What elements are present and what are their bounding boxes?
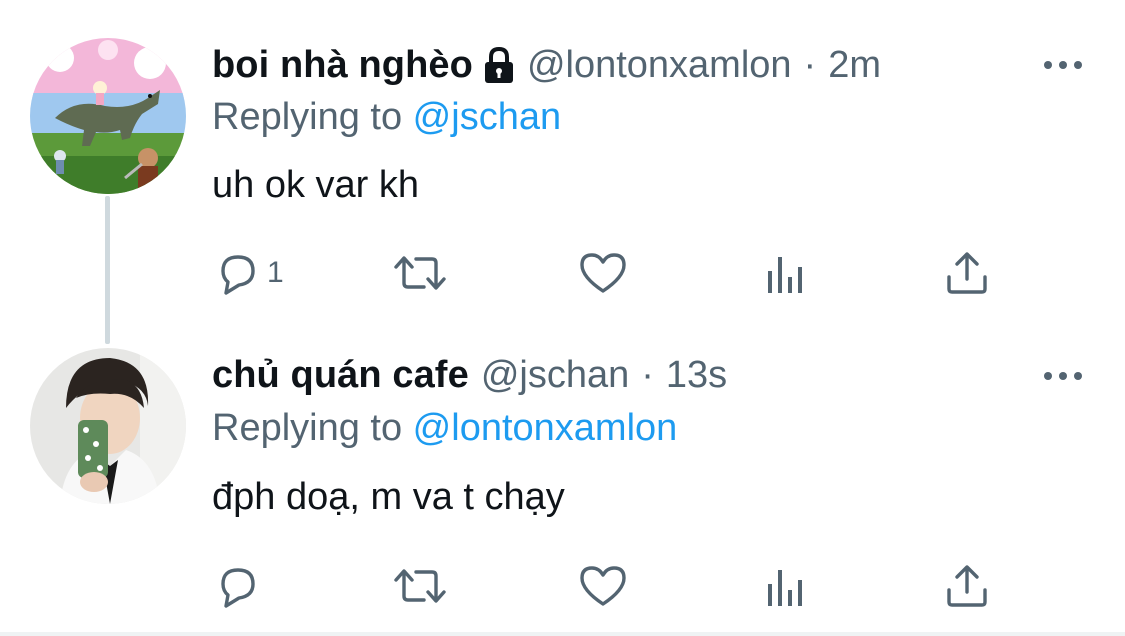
reply-icon — [213, 562, 261, 610]
reply-button[interactable]: 1 — [213, 248, 284, 298]
reply-button[interactable] — [213, 561, 267, 611]
user-handle[interactable]: @jschan — [481, 348, 629, 402]
more-icon[interactable] — [1040, 55, 1086, 75]
share-button[interactable] — [943, 561, 991, 611]
analytics-button[interactable] — [764, 248, 808, 298]
like-button[interactable] — [578, 248, 628, 298]
lock-icon — [481, 45, 517, 85]
timestamp[interactable]: 13s — [666, 348, 727, 402]
display-name[interactable]: chủ quán cafe — [212, 348, 469, 402]
reply-count: 1 — [267, 256, 284, 289]
thread-connector-line — [105, 196, 110, 344]
share-icon — [943, 562, 991, 610]
replying-to-line: Replying to @lontonxamlon — [212, 403, 677, 453]
tweet-text: uh ok var kh — [212, 164, 419, 206]
like-icon — [578, 562, 628, 610]
analytics-button[interactable] — [764, 561, 808, 611]
separator-dot: · — [641, 354, 654, 396]
share-icon — [943, 249, 991, 297]
replying-to-line: Replying to @jschan — [212, 92, 561, 142]
like-button[interactable] — [578, 561, 628, 611]
more-icon[interactable] — [1040, 366, 1086, 386]
separator-dot: · — [803, 44, 817, 86]
retweet-button[interactable] — [390, 248, 450, 298]
retweet-button[interactable] — [390, 561, 450, 611]
mirror-selfie-avatar-icon — [30, 348, 186, 504]
replying-prefix: Replying to — [212, 407, 413, 449]
analytics-icon — [764, 249, 808, 297]
tweet-header: chủ quán cafe @jschan · 13s — [212, 348, 727, 402]
tweet-header: boi nhà nghèo @lontonxamlon · 2m — [212, 38, 881, 92]
share-button[interactable] — [943, 248, 991, 298]
user-handle[interactable]: @lontonxamlon — [527, 38, 792, 92]
replying-to-mention[interactable]: @lontonxamlon — [413, 407, 678, 449]
avatar[interactable] — [30, 348, 186, 504]
reply-icon — [213, 249, 261, 297]
avatar[interactable] — [30, 38, 186, 194]
replying-to-mention[interactable]: @jschan — [413, 96, 561, 138]
display-name[interactable]: boi nhà nghèo — [212, 38, 473, 92]
tweet-text: đph doạ, m va t chạy — [212, 476, 565, 518]
replying-prefix: Replying to — [212, 96, 413, 138]
like-icon — [578, 249, 628, 297]
retweet-icon — [390, 249, 450, 297]
retweet-icon — [390, 562, 450, 610]
divider — [0, 632, 1125, 636]
analytics-icon — [764, 562, 808, 610]
timestamp[interactable]: 2m — [828, 38, 881, 92]
dinosaur-collage-avatar-icon — [30, 38, 186, 194]
